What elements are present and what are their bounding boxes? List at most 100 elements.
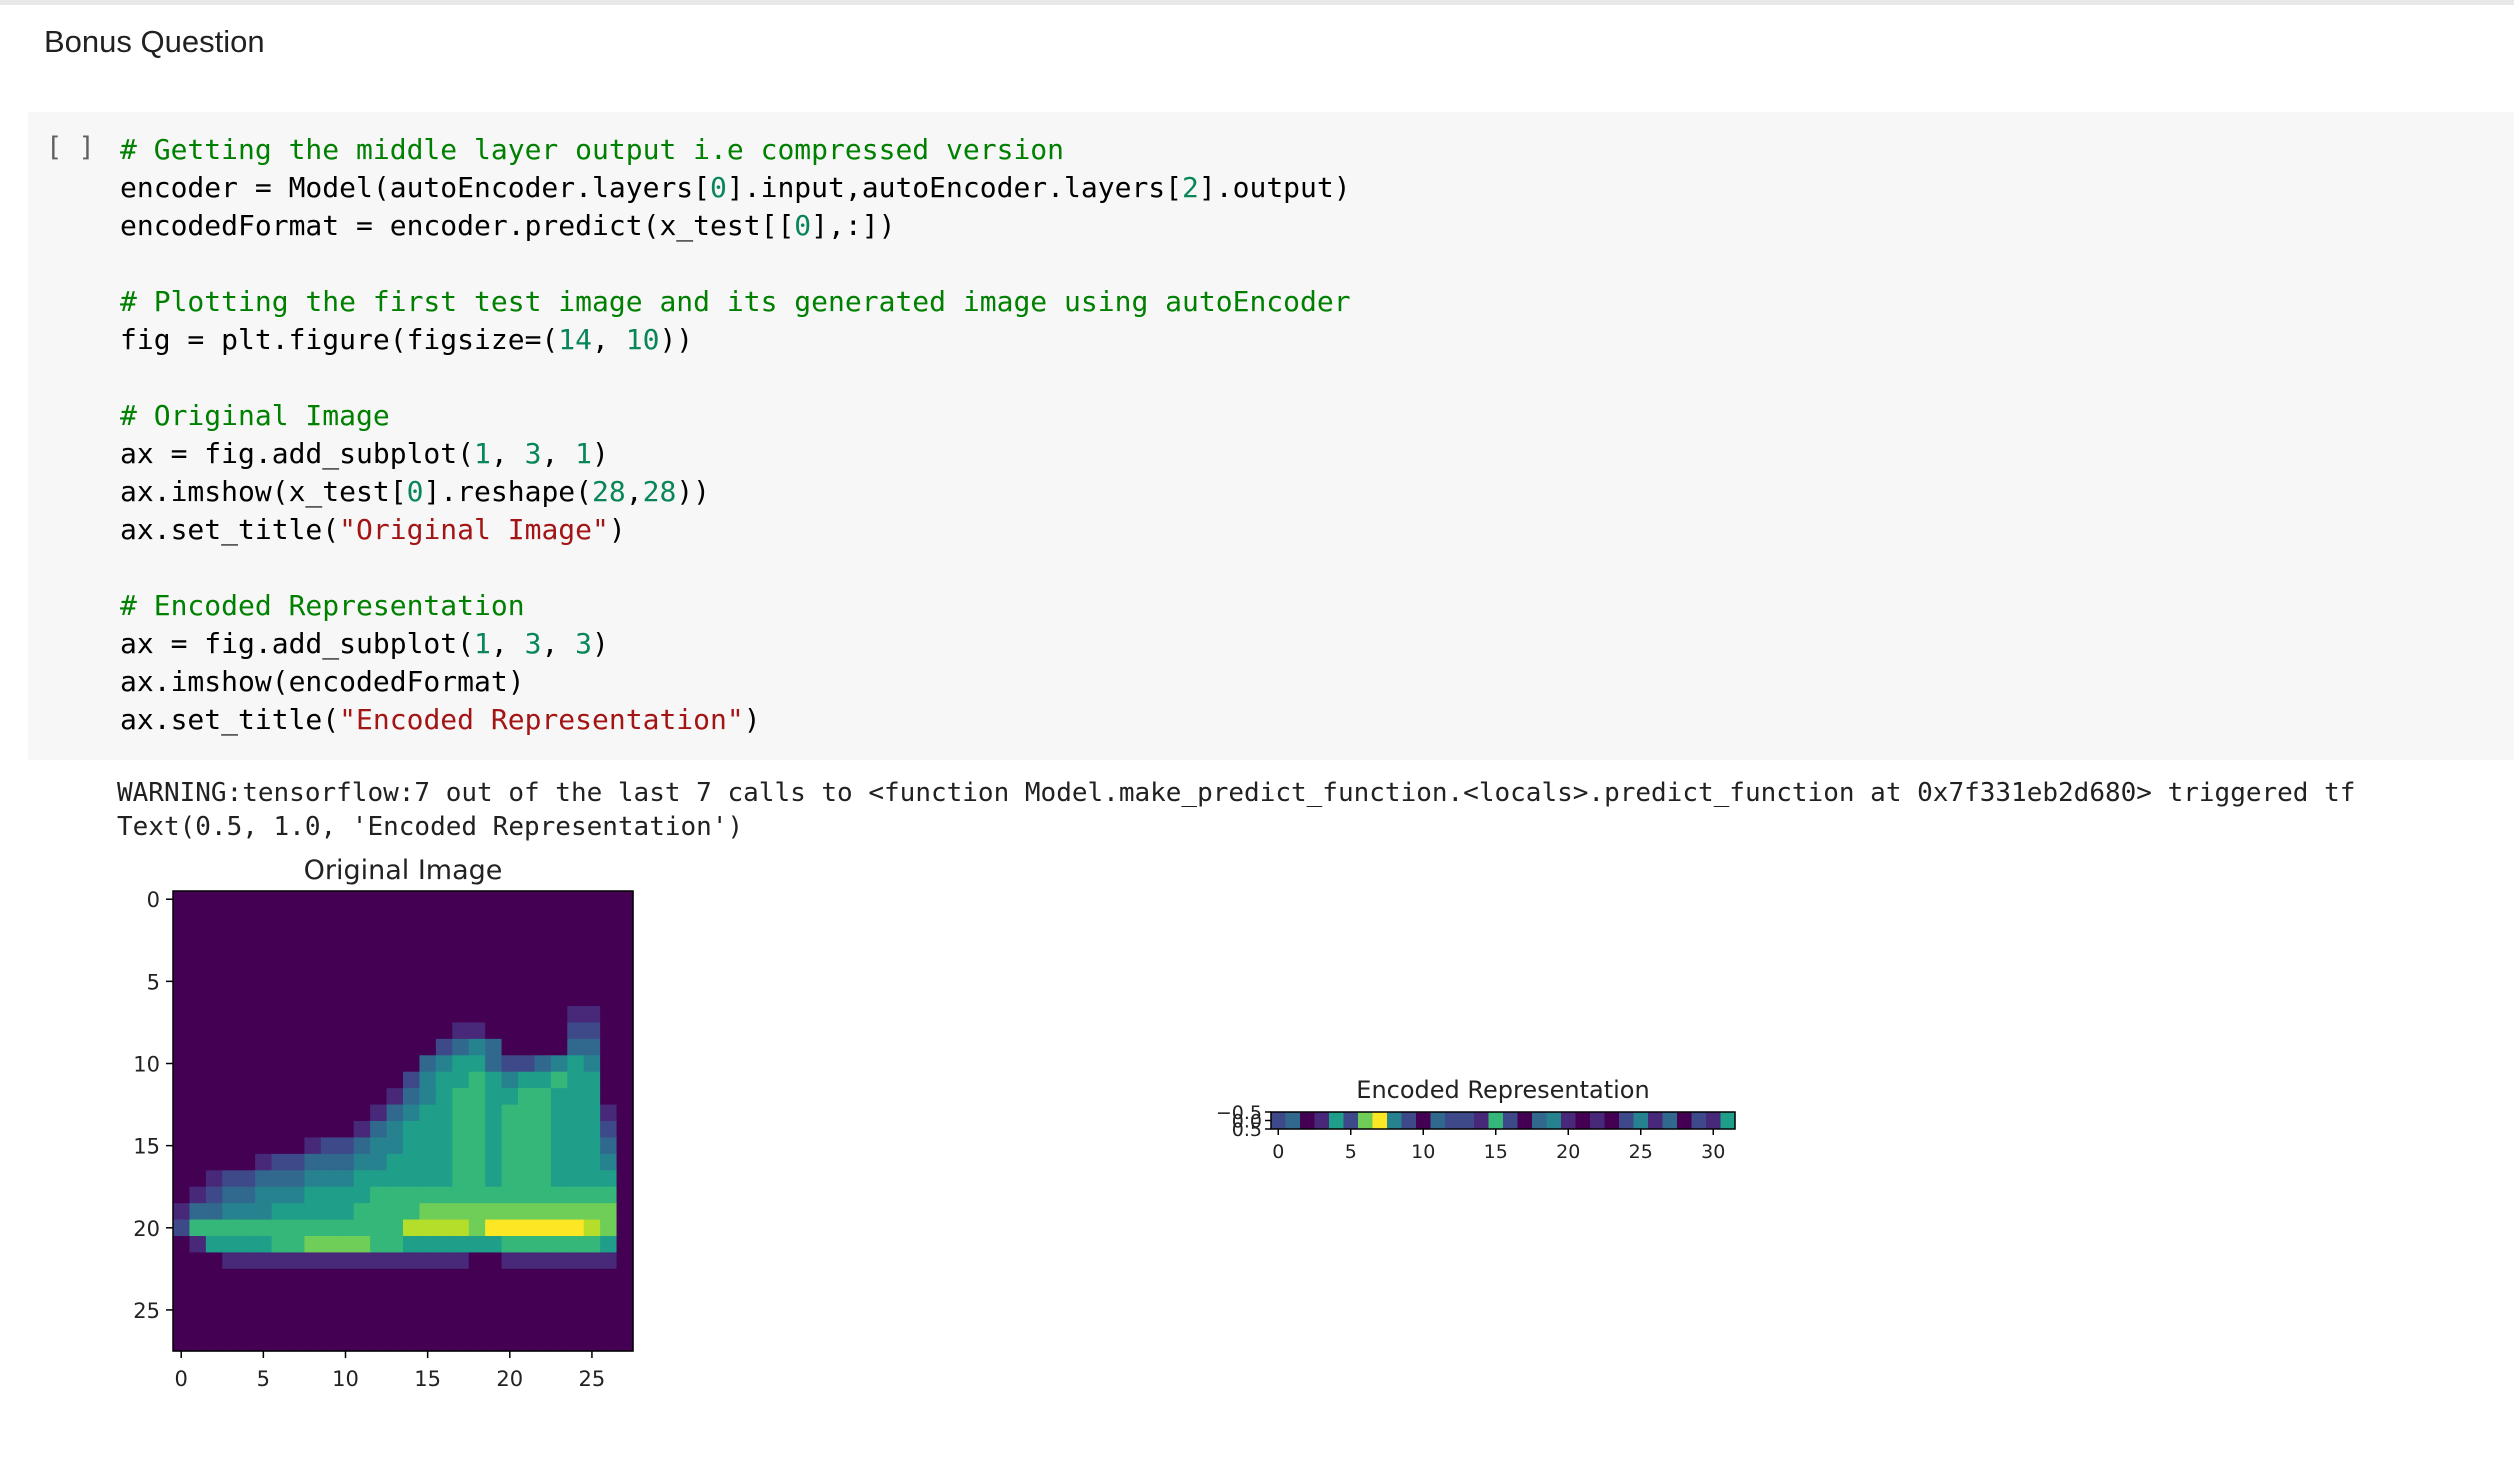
pixel-cell [567,891,585,909]
pixel-cell [419,1203,437,1221]
pixel-cell [238,1301,256,1319]
pixel-cell [173,1038,191,1056]
pixel-cell [501,956,519,974]
pixel-cell [452,1153,470,1171]
pixel-cell [189,1219,207,1237]
pixel-cell [255,989,273,1007]
pixel-cell [222,973,240,991]
pixel-cell [501,1071,519,1089]
pixel-cell [403,907,421,925]
pixel-cell [550,1121,568,1139]
encoded-cell [1677,1112,1693,1129]
pixel-cell [173,1153,191,1171]
pixel-cell [550,1203,568,1221]
encoded-cell [1517,1112,1533,1129]
pixel-cell [501,1219,519,1237]
pixel-cell [205,1285,223,1303]
pixel-cell [616,1104,634,1122]
encoded-cell [1474,1112,1490,1129]
pixel-cell [370,891,388,909]
pixel-cell [353,1022,371,1040]
pixel-cell [518,1203,536,1221]
pixel-cell [222,1268,240,1286]
pixel-cell [550,1268,568,1286]
pixel-cell [583,1071,601,1089]
pixel-cell [452,1088,470,1106]
pixel-cell [370,1219,388,1237]
pixel-cell [386,907,404,925]
pixel-cell [370,1285,388,1303]
pixel-cell [452,923,470,941]
pixel-cell [452,1104,470,1122]
pixel-cell [534,1137,552,1155]
pixel-cell [288,1022,306,1040]
pixel-cell [320,1022,338,1040]
pixel-cell [189,1055,207,1073]
pixel-cell [304,1268,322,1286]
pixel-cell [485,956,503,974]
pixel-cell [583,1088,601,1106]
pixel-cell [238,907,256,925]
pixel-cell [534,1268,552,1286]
pixel-cell [452,1038,470,1056]
pixel-cell [205,989,223,1007]
pixel-cell [370,1301,388,1319]
pixel-cell [550,1186,568,1204]
pixel-cell [583,1104,601,1122]
pixel-cell [435,923,453,941]
pixel-cell [173,1088,191,1106]
pixel-cell [583,1022,601,1040]
pixel-cell [550,1088,568,1106]
pixel-cell [189,1071,207,1089]
pixel-cell [255,940,273,958]
pixel-cell [550,923,568,941]
pixel-cell [583,1121,601,1139]
x-tick-label: 5 [257,1367,270,1391]
pixel-cell [468,1285,486,1303]
pixel-cell [468,907,486,925]
pixel-cell [304,1301,322,1319]
pixel-cell [271,1104,289,1122]
pixel-cell [550,1137,568,1155]
pixel-cell [501,891,519,909]
pixel-cell [288,1121,306,1139]
pixel-cell [353,923,371,941]
pixel-cell [452,1137,470,1155]
pixel-cell [189,907,207,925]
pixel-cell [288,907,306,925]
pixel-cell [173,1334,191,1352]
pixel-cell [435,973,453,991]
pixel-cell [386,1006,404,1024]
pixel-cell [501,973,519,991]
pixel-cell [386,1186,404,1204]
pixel-cell [222,1219,240,1237]
pixel-cell [419,1334,437,1352]
pixel-cell [288,1285,306,1303]
pixel-cell [304,956,322,974]
pixel-cell [534,1022,552,1040]
pixel-cell [189,1268,207,1286]
pixel-cell [222,989,240,1007]
pixel-cell [320,1334,338,1352]
encoded-cell [1532,1112,1548,1129]
pixel-cell [403,1186,421,1204]
pixel-cell [419,1071,437,1089]
pixel-cell [435,1301,453,1319]
pixel-cell [518,1268,536,1286]
pixel-cell [534,1318,552,1336]
pixel-cell [600,1121,618,1139]
pixel-cell [189,1137,207,1155]
pixel-cell [288,956,306,974]
pixel-cell [550,940,568,958]
pixel-cell [501,989,519,1007]
pixel-cell [452,1285,470,1303]
pixel-cell [353,1301,371,1319]
pixel-cell [600,1301,618,1319]
pixel-cell [567,1334,585,1352]
pixel-cell [288,1071,306,1089]
pixel-cell [337,1071,355,1089]
pixel-cell [485,1203,503,1221]
pixel-cell [189,989,207,1007]
pixel-cell [255,1088,273,1106]
pixel-cell [288,1219,306,1237]
